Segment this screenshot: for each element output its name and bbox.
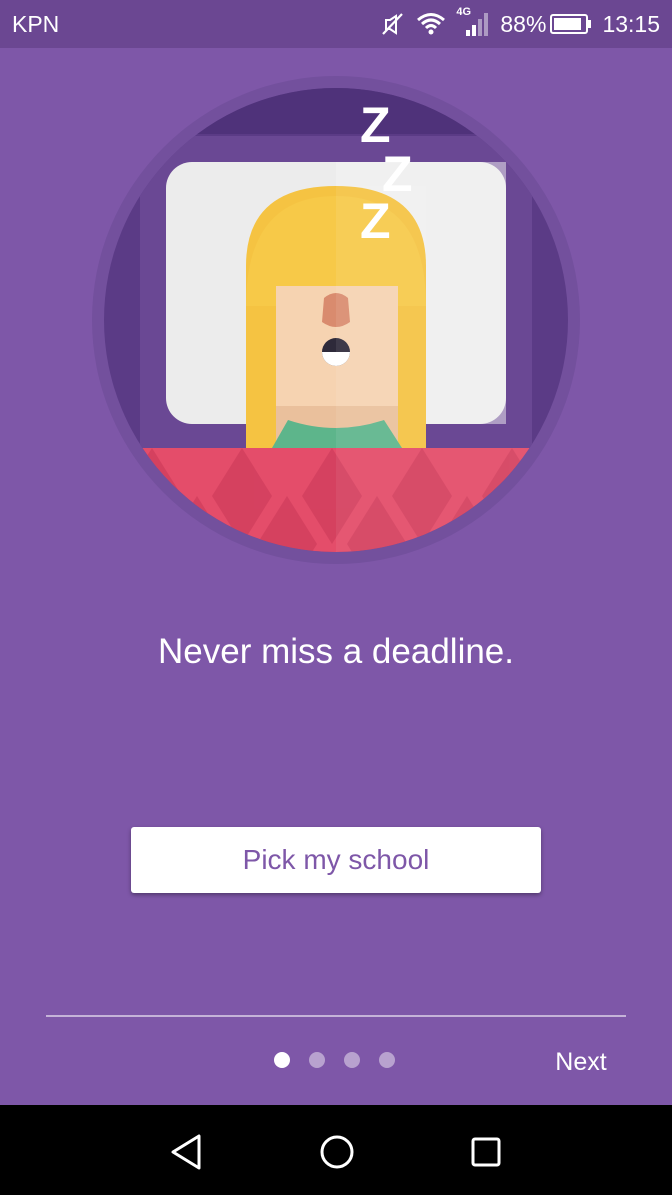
page-dot-1[interactable] <box>274 1052 290 1068</box>
clock: 13:15 <box>602 10 660 37</box>
page-dot-2[interactable] <box>309 1052 325 1068</box>
next-button[interactable]: Next <box>540 1044 622 1080</box>
back-icon[interactable] <box>165 1130 209 1174</box>
pick-school-button[interactable]: Pick my school <box>131 827 541 893</box>
page-dot-4[interactable] <box>379 1052 395 1068</box>
battery-icon <box>550 14 592 34</box>
headline: Never miss a deadline. <box>158 632 514 671</box>
page-dot-3[interactable] <box>344 1052 360 1068</box>
sleeping-person-illustration: Z Z Z <box>92 76 580 564</box>
mute-icon <box>382 13 404 35</box>
status-icons: 4G 88% 13:15 <box>380 6 660 38</box>
status-bar: KPN 4G 88% 13:15 <box>0 0 672 48</box>
signal-icon: 4G <box>456 6 490 38</box>
divider <box>46 1015 626 1017</box>
wifi-icon <box>417 13 446 35</box>
battery-indicator: 88% <box>500 11 592 38</box>
home-icon[interactable] <box>315 1130 359 1174</box>
system-nav-bar <box>0 1105 672 1195</box>
page-indicator <box>274 1052 395 1068</box>
recents-icon[interactable] <box>464 1130 508 1174</box>
carrier-label: KPN <box>12 10 60 37</box>
zzz-letter: Z <box>360 97 391 153</box>
battery-percent: 88% <box>500 10 547 37</box>
zzz-letter: Z <box>360 193 391 249</box>
